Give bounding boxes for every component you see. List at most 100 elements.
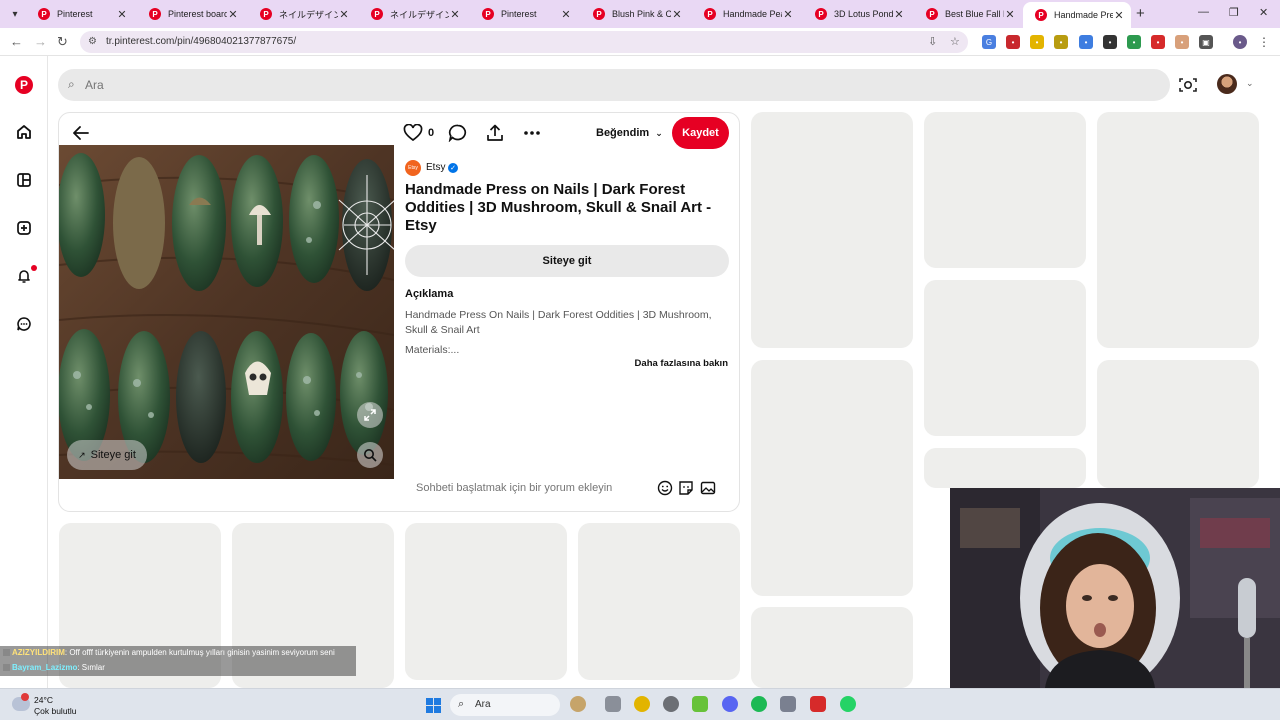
loading-placeholder (1097, 360, 1259, 488)
tab-close-icon[interactable]: ✕ (1004, 8, 1016, 21)
extensions-puzzle-icon[interactable]: ▣ (1199, 35, 1213, 49)
like-count: 0 (428, 127, 435, 139)
source-name-link[interactable]: Etsy (426, 162, 445, 173)
install-app-icon[interactable]: ⇩ (928, 35, 937, 48)
image-upload-icon[interactable] (700, 480, 716, 496)
extension-icon[interactable]: • (1127, 35, 1141, 49)
browser-tab-active[interactable]: P Handmade Press ✕ (1023, 2, 1131, 28)
messages-icon[interactable] (14, 314, 34, 334)
extension-icon[interactable]: • (1030, 35, 1044, 49)
tab-close-icon[interactable]: ✕ (227, 8, 239, 21)
browser-tab[interactable]: P Handmade Pearl ✕ (692, 3, 800, 25)
minimize-icon[interactable]: — (1198, 6, 1209, 18)
tab-close-icon[interactable]: ✕ (338, 8, 350, 21)
app-icon[interactable] (810, 696, 826, 712)
new-tab-plus-icon[interactable]: + (1136, 5, 1145, 22)
browser-tab[interactable]: P Pinterest ✕ (470, 3, 578, 25)
extension-icon[interactable]: • (1151, 35, 1165, 49)
obs-icon[interactable] (663, 696, 679, 712)
search-icon: ⌕ (458, 698, 465, 710)
weather-alert-badge (21, 693, 29, 701)
browser-tab[interactable]: P ネイルデザイン pano ✕ (359, 3, 467, 25)
user-avatar[interactable] (1217, 74, 1237, 94)
tab-close-icon[interactable]: ✕ (560, 8, 572, 21)
chat-message: AZIZYILDIRIM: Off offf türkiyenin ampuld… (3, 648, 335, 657)
emoji-icon[interactable] (657, 480, 673, 496)
more-options-icon[interactable] (522, 124, 542, 142)
share-upload-icon[interactable] (485, 124, 505, 142)
account-chevron-down-icon[interactable]: ⌄ (1246, 78, 1254, 89)
pinterest-logo-icon[interactable]: P (15, 76, 33, 94)
weather-temperature[interactable]: 24°C (34, 695, 53, 705)
loading-placeholder (924, 112, 1086, 268)
task-view-icon[interactable] (605, 696, 621, 712)
browser-tab[interactable]: P ネイルデザイン pano ✕ (248, 3, 356, 25)
pin-title: Handmade Press on Nails | Dark Forest Od… (405, 181, 712, 234)
create-plus-icon[interactable] (14, 218, 34, 238)
visit-site-button[interactable]: Siteye git (405, 245, 729, 277)
expand-image-icon[interactable] (357, 402, 383, 428)
pin-image[interactable] (59, 145, 394, 479)
browser-tab[interactable]: P Blush Pink & Chro ✕ (581, 3, 689, 25)
browser-menu-icon[interactable]: ⋮ (1257, 35, 1271, 49)
extension-icon[interactable]: • (1006, 35, 1020, 49)
back-arrow-icon[interactable]: ← (10, 34, 23, 49)
reload-icon[interactable]: ↻ (57, 34, 68, 50)
tab-search-chevron-icon[interactable]: ▾ (6, 5, 24, 23)
url-text[interactable]: tr.pinterest.com/pin/496804021377877675/ (106, 36, 296, 47)
sticker-icon[interactable] (678, 480, 694, 496)
translate-extension-icon[interactable]: G (982, 35, 996, 49)
extension-icon[interactable]: • (1079, 35, 1093, 49)
widgets-icon[interactable] (570, 696, 586, 712)
line-icon[interactable] (692, 696, 708, 712)
browser-tab[interactable]: P Best Blue Fall Nail ✕ (914, 3, 1022, 25)
visual-search-lens-icon[interactable] (357, 442, 383, 468)
loading-placeholder (405, 523, 567, 680)
search-bar[interactable]: ⌕ (58, 69, 1170, 101)
spotify-icon[interactable] (751, 696, 767, 712)
settings-gear-icon[interactable] (780, 696, 796, 712)
browser-tab[interactable]: P 3D Lotus Pond Pr ✕ (803, 3, 911, 25)
explore-grid-icon[interactable] (14, 170, 34, 190)
home-icon[interactable] (14, 122, 34, 142)
address-bar[interactable]: ⚙ tr.pinterest.com/pin/49680402137787767… (80, 31, 968, 53)
visual-search-camera-icon[interactable] (1178, 76, 1198, 94)
whatsapp-icon[interactable] (840, 696, 856, 712)
comment-bubble-icon[interactable] (448, 124, 468, 143)
board-selector[interactable]: Beğendim ⌄ (596, 127, 663, 139)
save-button[interactable]: Kaydet (672, 117, 729, 149)
windows-taskbar: 24°C Çok bulutlu ⌕ Ara (0, 688, 1280, 720)
window-close-icon[interactable]: ✕ (1259, 6, 1268, 19)
tab-close-icon[interactable]: ✕ (893, 8, 905, 21)
tab-close-icon[interactable]: ✕ (671, 8, 683, 21)
tab-close-icon[interactable]: ✕ (782, 8, 794, 21)
taskbar-search[interactable]: ⌕ Ara (450, 694, 560, 716)
chat-badge-icon (3, 664, 10, 671)
bookmark-star-icon[interactable]: ☆ (950, 35, 960, 48)
back-arrow-icon[interactable] (70, 122, 92, 144)
like-heart-icon[interactable] (403, 123, 423, 142)
extension-icon[interactable]: • (1175, 35, 1189, 49)
extension-icon[interactable]: • (1103, 35, 1117, 49)
tab-close-icon[interactable]: ✕ (1113, 9, 1125, 22)
windows-start-icon[interactable] (426, 698, 441, 713)
tab-close-icon[interactable]: ✕ (116, 8, 128, 21)
site-info-icon[interactable]: ⚙ (88, 36, 97, 47)
profile-avatar-icon[interactable]: • (1233, 35, 1247, 49)
comment-input[interactable] (405, 474, 655, 502)
extension-icon[interactable]: • (1054, 35, 1068, 49)
browser-tab[interactable]: P Pinterest ✕ (26, 3, 134, 25)
image-visit-site-button[interactable]: ↗ Siteye git (67, 440, 147, 470)
tab-close-icon[interactable]: ✕ (449, 8, 461, 21)
forward-arrow-icon[interactable]: → (34, 34, 47, 49)
chrome-icon[interactable] (634, 696, 650, 712)
restore-icon[interactable]: ❐ (1229, 6, 1239, 19)
weather-description[interactable]: Çok bulutlu (34, 706, 77, 716)
search-input[interactable] (85, 75, 585, 95)
discord-icon[interactable] (722, 696, 738, 712)
browser-tab[interactable]: P Pinterest boards ✕ (137, 3, 245, 25)
loading-placeholder (751, 360, 913, 596)
pinterest-sidebar: P (0, 56, 48, 688)
etsy-logo-icon[interactable]: Etsy (405, 160, 421, 176)
see-more-link[interactable]: Daha fazlasına bakın (635, 358, 728, 369)
